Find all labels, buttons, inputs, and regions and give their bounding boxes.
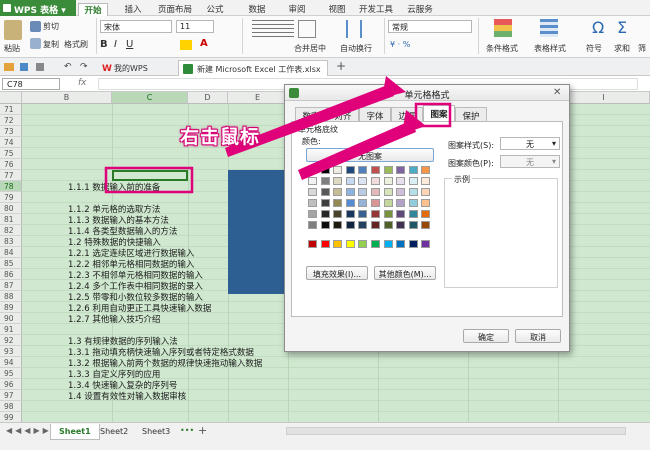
arrowhead-icon bbox=[382, 76, 406, 98]
arrow-to-pattern-tab bbox=[298, 120, 416, 180]
callout-text: 右击鼠标 bbox=[180, 126, 261, 148]
tutorial-arrows bbox=[104, 76, 452, 194]
highlight-box-cell bbox=[104, 166, 194, 194]
